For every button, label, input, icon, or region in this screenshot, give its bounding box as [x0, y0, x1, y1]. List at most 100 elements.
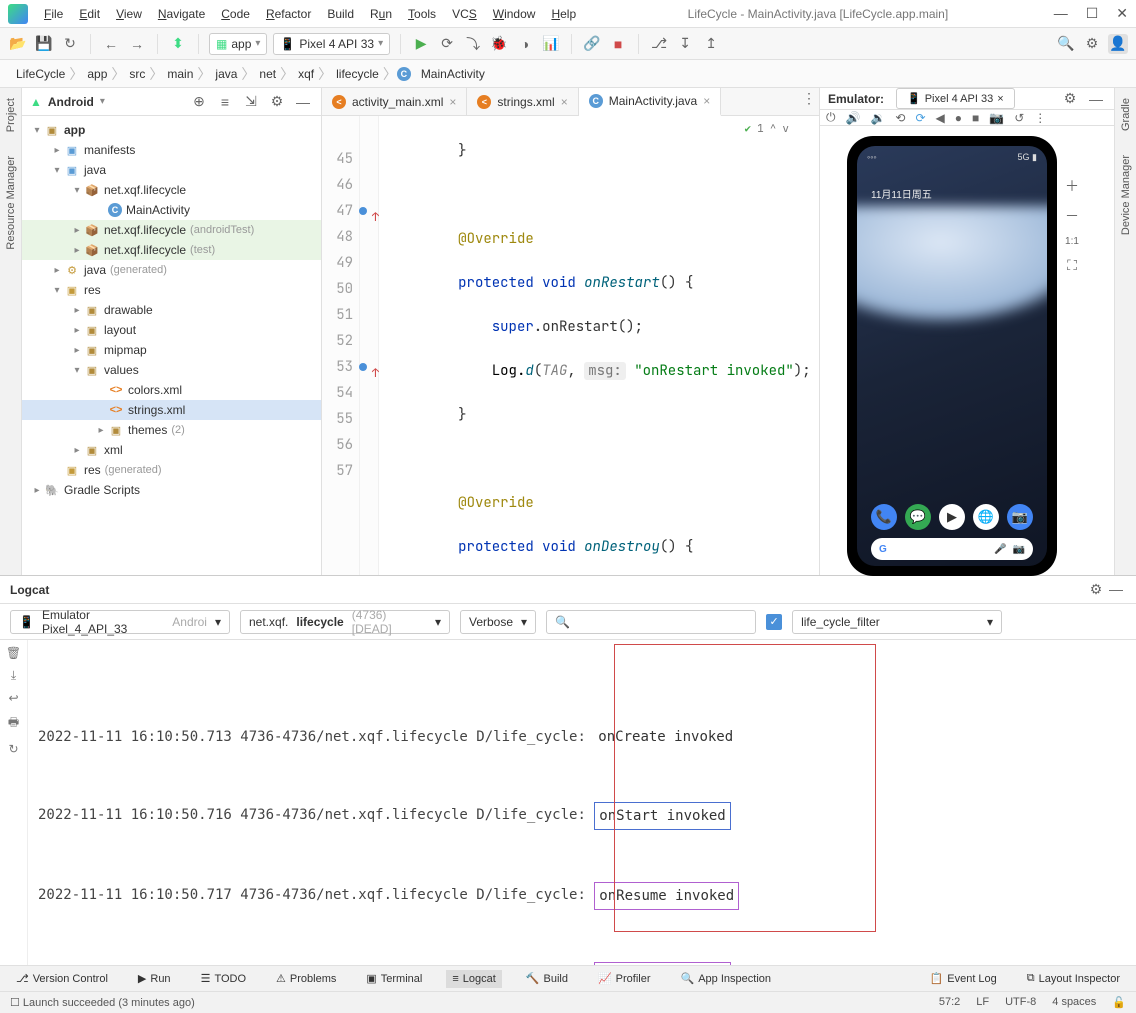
logcat-regex-check[interactable]: ✓ — [766, 614, 782, 630]
update-icon[interactable]: ↧ — [675, 34, 695, 54]
tree-xml[interactable]: xml — [104, 443, 123, 457]
menu-code[interactable]: Code — [215, 5, 256, 23]
tab-logcat[interactable]: ≡ Logcat — [446, 970, 501, 988]
print-icon[interactable]: 🖶 — [8, 713, 19, 734]
line-ending[interactable]: LF — [976, 996, 989, 1009]
gear-icon[interactable]: ⚙ — [267, 92, 287, 112]
collapse-icon[interactable]: ⇲ — [241, 92, 261, 112]
volup-icon[interactable]: 🔊 — [846, 111, 861, 125]
caret-position[interactable]: 57:2 — [939, 996, 960, 1009]
power-icon[interactable]: ⏻ — [826, 110, 836, 125]
zoom-fit-icon[interactable]: ⛶ — [1067, 257, 1077, 274]
tree-strings[interactable]: strings.xml — [128, 403, 185, 417]
google-search-bar[interactable]: G🎤📷 — [871, 538, 1033, 560]
tree-app[interactable]: app — [64, 123, 85, 137]
stop-icon[interactable]: ■ — [608, 34, 628, 54]
attach-icon[interactable]: 🔗 — [582, 34, 602, 54]
snapshot-icon[interactable]: ↺ — [1014, 111, 1024, 125]
camera-icon[interactable]: 📷 — [1007, 504, 1033, 530]
tree-java-gen[interactable]: java — [84, 263, 106, 277]
tree-java[interactable]: java — [84, 163, 106, 177]
apply-icon[interactable]: ⟳ — [437, 34, 457, 54]
menu-help[interactable]: Help — [545, 5, 582, 23]
logcat-filter-combo[interactable]: life_cycle_filter▾ — [792, 610, 1002, 634]
search-icon[interactable]: 🔍 — [1056, 34, 1076, 54]
rail-device-manager[interactable]: Device Manager — [1120, 155, 1132, 235]
restart-icon[interactable]: ↻ — [8, 742, 18, 756]
tree-layout[interactable]: layout — [104, 323, 136, 337]
tab-build[interactable]: 🔨 Build — [520, 969, 574, 988]
tree-drawable[interactable]: drawable — [104, 303, 153, 317]
crumb[interactable]: app — [83, 65, 111, 83]
profile-icon[interactable]: 📊 — [541, 34, 561, 54]
tree-mipmap[interactable]: mipmap — [104, 343, 147, 357]
indent[interactable]: 4 spaces — [1052, 996, 1096, 1009]
project-view-label[interactable]: Android — [48, 95, 94, 109]
expand-icon[interactable]: ≡ — [215, 92, 235, 112]
tree-values[interactable]: values — [104, 363, 139, 377]
maximize-button[interactable]: ☐ — [1086, 5, 1099, 22]
close-button[interactable]: ✕ — [1116, 5, 1128, 22]
hide-icon[interactable]: — — [1086, 89, 1106, 109]
avatar-icon[interactable]: 👤 — [1108, 34, 1128, 54]
back-icon[interactable]: ◀ — [936, 111, 945, 125]
soft-wrap-icon[interactable]: ↩ — [8, 691, 18, 705]
menu-refactor[interactable]: Refactor — [260, 5, 317, 23]
menu-view[interactable]: View — [110, 5, 148, 23]
play-icon[interactable]: ▶ — [939, 504, 965, 530]
tab-app-inspection[interactable]: 🔍 App Inspection — [675, 969, 777, 988]
tab-mainactivity[interactable]: CMainActivity.java× — [579, 88, 722, 116]
menu-navigate[interactable]: Navigate — [152, 5, 211, 23]
rotate-right-icon[interactable]: ⟳ — [915, 111, 925, 125]
tab-problems[interactable]: ⚠ Problems — [270, 969, 342, 988]
crumb[interactable]: src — [125, 65, 149, 83]
tab-activity-main[interactable]: <activity_main.xml× — [322, 88, 467, 115]
messages-icon[interactable]: 💬 — [905, 504, 931, 530]
device-combo[interactable]: 📱Pixel 4 API 33▾ — [273, 33, 390, 55]
menu-run[interactable]: Run — [364, 5, 398, 23]
hide-icon[interactable]: — — [293, 92, 313, 112]
tree-pkg-test[interactable]: net.xqf.lifecycle — [104, 243, 186, 257]
gear-icon[interactable]: ⚙ — [1060, 89, 1080, 109]
tree-manifests[interactable]: manifests — [84, 143, 135, 157]
override-gutter-icon[interactable] — [359, 363, 367, 371]
tab-menu-icon[interactable]: ⋮ — [799, 88, 819, 108]
menu-file[interactable]: FFileile — [38, 5, 69, 23]
target-icon[interactable]: ⊕ — [189, 92, 209, 112]
rail-resource-manager[interactable]: Resource Manager — [5, 156, 17, 250]
inspection-hint[interactable]: ✔1^v — [745, 122, 789, 136]
gutter[interactable]: 45 46 47↑ 48 49 50 51 52 53↑ 54 55 56 57 — [322, 116, 360, 575]
crumb[interactable]: MainActivity — [417, 65, 489, 83]
tab-profiler[interactable]: 📈 Profiler — [592, 969, 657, 988]
screenshot-icon[interactable]: 📷 — [989, 111, 1004, 125]
crumb[interactable]: java — [211, 65, 241, 83]
voldown-icon[interactable]: 🔉 — [870, 111, 885, 125]
zoom-in-icon[interactable]: ＋ — [1065, 176, 1079, 196]
run-icon[interactable]: ▶ — [411, 34, 431, 54]
logcat-search[interactable]: 🔍 — [546, 610, 756, 634]
menu-edit[interactable]: Edit — [73, 5, 106, 23]
commit-icon[interactable]: ↥ — [701, 34, 721, 54]
emulator-device-tab[interactable]: 📱Pixel 4 API 33× — [896, 88, 1015, 109]
logcat-process-combo[interactable]: net.xqf.lifecycle (4736) [DEAD]▾ — [240, 610, 450, 634]
crumb[interactable]: main — [163, 65, 197, 83]
crumb[interactable]: xqf — [294, 65, 318, 83]
coverage-icon[interactable]: ◑ — [515, 34, 535, 54]
tree-themes[interactable]: themes — [128, 423, 167, 437]
open-icon[interactable]: 📂 — [8, 34, 28, 54]
code-area[interactable]: } @Override protected void onRestart() {… — [379, 116, 819, 575]
save-icon[interactable]: 💾 — [34, 34, 54, 54]
avd-icon[interactable]: ⬍ — [168, 34, 188, 54]
emulator-frame[interactable]: ◦◦◦5G ▮ 11月11日周五 📞 💬 ▶ 🌐 📷 G🎤📷 — [847, 136, 1057, 576]
back-icon[interactable]: ← — [101, 34, 121, 54]
menu-tools[interactable]: Tools — [402, 5, 442, 23]
tab-run[interactable]: ▶ Run — [132, 969, 177, 988]
forward-icon[interactable]: → — [127, 34, 147, 54]
tree-mainactivity[interactable]: MainActivity — [126, 203, 190, 217]
tab-event-log[interactable]: 📋 Event Log — [924, 969, 1003, 988]
home-icon[interactable]: ● — [955, 111, 962, 125]
override-gutter-icon[interactable] — [359, 207, 367, 215]
tree-gradle[interactable]: Gradle Scripts — [64, 483, 140, 497]
settings-icon[interactable]: ⚙ — [1082, 34, 1102, 54]
overview-icon[interactable]: ■ — [972, 111, 979, 125]
